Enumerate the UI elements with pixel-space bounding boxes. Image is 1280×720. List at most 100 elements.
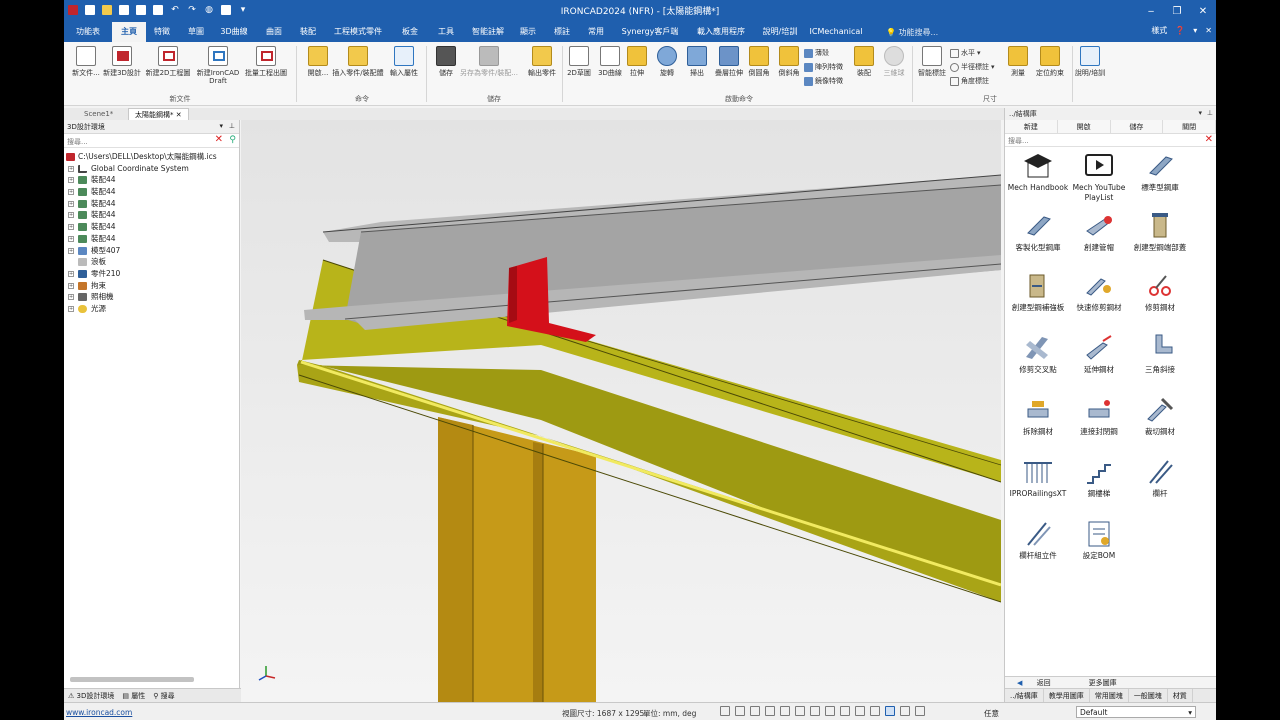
tab-common[interactable]: 常用	[582, 22, 610, 42]
catalog-item[interactable]: 鋼樓梯	[1068, 457, 1130, 499]
catalog-item[interactable]: 拆除鋼材	[1007, 395, 1069, 437]
function-search[interactable]: 💡 功能搜尋...	[886, 27, 938, 38]
tab-sketch[interactable]: 草圖	[182, 22, 210, 42]
catalog-close-button[interactable]: 關閉	[1163, 120, 1216, 133]
visibility-icon[interactable]	[870, 706, 880, 716]
preset-dropdown[interactable]: Default ▾	[1076, 706, 1196, 718]
catalog-item[interactable]: 設定BOM	[1068, 519, 1130, 561]
tab-features[interactable]: 特徵	[148, 22, 176, 42]
look-at-icon[interactable]	[780, 706, 790, 716]
catalog-item[interactable]: 修剪交叉點	[1007, 333, 1069, 375]
mirror-feature-button[interactable]: 鏡像特徵	[804, 76, 843, 86]
chevron-down-icon[interactable]: ▾	[219, 122, 223, 130]
tab-common-blocks[interactable]: 常用圖塊	[1090, 689, 1129, 702]
catalog-item[interactable]: 快速修剪鋼材	[1068, 271, 1130, 313]
new-3d-design-button[interactable]: 新建3D設計	[102, 46, 142, 77]
fillet-button[interactable]: 倒圓角	[742, 46, 776, 77]
tab-surface[interactable]: 曲面	[260, 22, 288, 42]
tree-item-lights[interactable]: + 光源	[64, 303, 239, 315]
catalog-item[interactable]: 欄杆組立件	[1007, 519, 1069, 561]
batch-drawing-button[interactable]: 批量工程出圖	[242, 46, 290, 77]
chevron-down-icon[interactable]: ▾	[1198, 109, 1202, 117]
pin-icon[interactable]: ⊥	[229, 122, 235, 130]
catalog-open-button[interactable]: 開啟	[1058, 120, 1111, 133]
catalog-item[interactable]: 裁切鋼材	[1129, 395, 1191, 437]
catalog-item[interactable]: 修剪鋼材	[1129, 271, 1191, 313]
expand-icon[interactable]: +	[68, 294, 74, 301]
tab-sheet-metal[interactable]: 板金	[396, 22, 424, 42]
close-button[interactable]: ✕	[1190, 0, 1216, 22]
catalog-new-button[interactable]: 新建	[1005, 120, 1058, 133]
rotate-icon[interactable]	[765, 706, 775, 716]
doc-tab-solar-structure[interactable]: 太陽能鋼構* ✕	[128, 108, 189, 120]
tab-synergy[interactable]: Synergy客戶端	[620, 22, 680, 42]
render-mode-icon[interactable]	[840, 706, 850, 716]
display-mode-icon[interactable]	[885, 706, 895, 716]
select-icon[interactable]	[900, 706, 910, 716]
catalog-item[interactable]: 連接封閉鋼	[1068, 395, 1130, 437]
tab-properties[interactable]: ▤ 屬性	[122, 691, 145, 700]
restore-button[interactable]: ❐	[1164, 0, 1190, 22]
tab-load-apps[interactable]: 載入應用程序	[690, 22, 752, 42]
new-ironcad-draft-button[interactable]: 新建IronCAD Draft	[196, 46, 240, 85]
tree-item-coordinate-system[interactable]: + Global Coordinate System	[64, 163, 239, 175]
tree-item-assembly[interactable]: + 裝配44	[64, 174, 239, 186]
catalog-item[interactable]: 創建管帽	[1068, 211, 1130, 253]
tab-display[interactable]: 顯示	[514, 22, 542, 42]
expand-icon[interactable]: +	[68, 282, 74, 289]
filter-icon[interactable]: ⚲	[229, 135, 236, 145]
catalog-item[interactable]: Mech Handbook	[1007, 151, 1069, 193]
expand-icon[interactable]: +	[68, 189, 74, 196]
tree-item-part[interactable]: + 零件210	[64, 268, 239, 280]
tab-help-training[interactable]: 說明/培訓	[758, 22, 802, 42]
catalog-item[interactable]: 欄杆	[1129, 457, 1191, 499]
cursor-icon[interactable]	[915, 706, 925, 716]
tab-icmechanical[interactable]: ICMechanical	[808, 22, 864, 42]
help-icon[interactable]: ❓	[1175, 26, 1185, 35]
catalog-item[interactable]: 延伸鋼材	[1068, 333, 1130, 375]
chamfer-button[interactable]: 倒斜角	[772, 46, 806, 77]
catalog-save-button[interactable]: 儲存	[1111, 120, 1164, 133]
clear-search-icon[interactable]: ✕	[1205, 134, 1213, 145]
zoom-window-icon[interactable]	[735, 706, 745, 716]
tree-item-assembly[interactable]: + 裝配44	[64, 233, 239, 245]
section-icon[interactable]	[825, 706, 835, 716]
pan-icon[interactable]	[750, 706, 760, 716]
catalog-item[interactable]: Mech YouTube PlayList	[1068, 151, 1130, 203]
insert-part-button[interactable]: 插入零件/裝配體	[328, 46, 388, 77]
scene-search-input[interactable]: 搜尋... ✕ ⚲	[64, 134, 239, 148]
tree-item-camera[interactable]: + 照相機	[64, 291, 239, 303]
view-cube-icon[interactable]	[810, 706, 820, 716]
expand-icon[interactable]: +	[68, 305, 74, 312]
tab-3d-environment[interactable]: ⚠ 3D設計環境	[68, 691, 114, 700]
sweep-button[interactable]: 掃出	[680, 46, 714, 77]
tab-3d-curve[interactable]: 3D曲線	[216, 22, 252, 42]
new-file-button[interactable]: 新文件...	[66, 46, 106, 77]
horizontal-dimension-button[interactable]: 水平 ▾	[950, 48, 981, 58]
doc-tab-scene1[interactable]: Scene1*	[78, 108, 119, 120]
save-as-part-button[interactable]: 另存為零件/裝配...	[458, 46, 520, 77]
tree-item-assembly[interactable]: + 裝配44	[64, 198, 239, 210]
catalog-item[interactable]: 三角斜接	[1129, 333, 1191, 375]
expand-icon[interactable]: +	[68, 224, 74, 231]
help-training-button[interactable]: 說明/培訓	[1070, 46, 1110, 77]
minimize-button[interactable]: ‒	[1138, 0, 1164, 22]
website-link[interactable]: www.ironcad.com	[66, 708, 132, 717]
new-2d-drawing-button[interactable]: 新建2D工程圖	[144, 46, 192, 77]
import-attributes-button[interactable]: 輸入屬性	[384, 46, 424, 77]
zoom-icon[interactable]	[720, 706, 730, 716]
tab-dimension[interactable]: 標註	[548, 22, 576, 42]
angle-dimension-button[interactable]: 角度標註	[950, 76, 989, 86]
fit-view-icon[interactable]	[795, 706, 805, 716]
pin-icon[interactable]: ⊥	[1207, 109, 1213, 117]
more-catalogs-button[interactable]: 更多圖庫	[1083, 677, 1123, 688]
close-icon[interactable]: ✕	[176, 111, 182, 119]
tree-item-assembly[interactable]: + 裝配44	[64, 209, 239, 221]
tab-home[interactable]: 主頁	[112, 22, 146, 42]
expand-icon[interactable]: +	[68, 200, 74, 207]
tree-item-assembly[interactable]: + 裝配44	[64, 221, 239, 233]
shell-button[interactable]: 薄殼	[804, 48, 829, 58]
3d-viewport[interactable]	[241, 120, 1001, 702]
tab-general-blocks[interactable]: 一般圖塊	[1129, 689, 1168, 702]
tab-engineering-parts[interactable]: 工程模式零件	[332, 22, 384, 42]
